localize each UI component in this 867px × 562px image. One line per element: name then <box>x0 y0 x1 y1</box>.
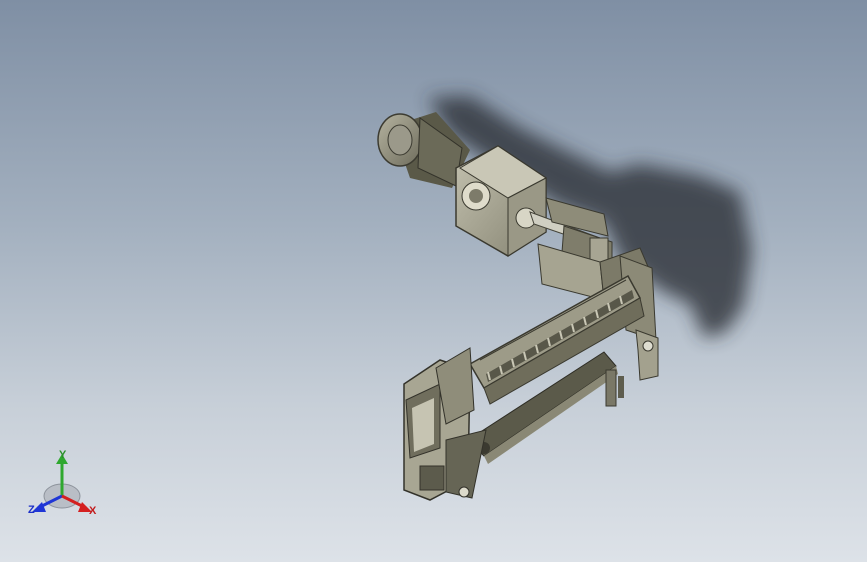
z-axis-label: Z <box>28 504 35 516</box>
coordinate-triad-icon[interactable]: Y Z X <box>22 446 108 526</box>
cad-assembly-model[interactable] <box>0 0 867 562</box>
graphics-viewport[interactable]: Y Z X <box>0 0 867 562</box>
x-axis-label: X <box>89 505 97 517</box>
y-axis-label: Y <box>59 449 67 461</box>
